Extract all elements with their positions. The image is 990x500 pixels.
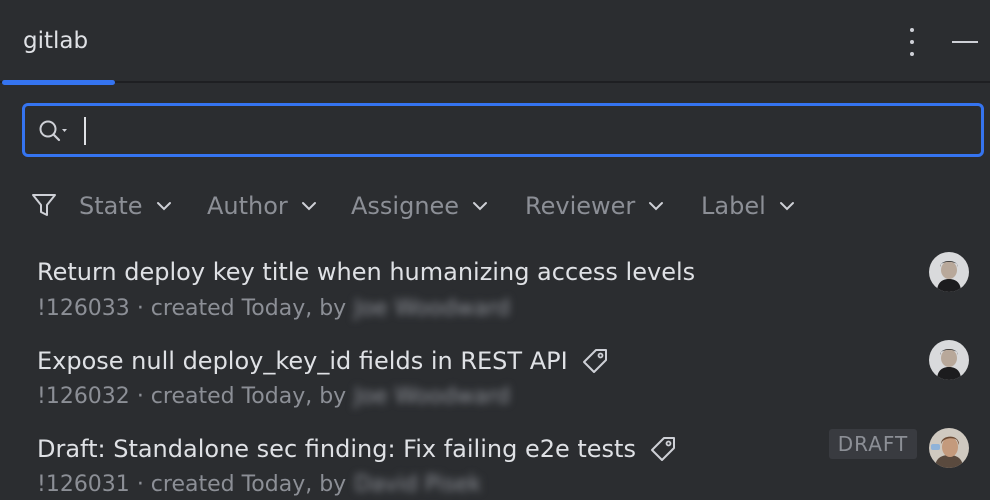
avatar — [929, 252, 969, 292]
chevron-down-icon — [473, 202, 488, 211]
minimize-icon[interactable] — [950, 30, 980, 54]
mr-title-text: Draft: Standalone sec finding: Fix faili… — [37, 435, 636, 463]
mr-title-text: Expose null deploy_key_id fields in REST… — [37, 347, 568, 375]
filter-author[interactable]: Author — [207, 190, 318, 222]
search-field[interactable] — [22, 103, 984, 157]
draft-badge: DRAFT — [829, 429, 917, 459]
search-history-icon[interactable] — [38, 118, 74, 144]
search-input[interactable] — [89, 112, 973, 150]
filter-label: Label — [701, 192, 766, 220]
chevron-down-icon — [301, 202, 316, 211]
filter-reviewer[interactable]: Reviewer — [525, 190, 665, 222]
mr-author: Joe Woodward — [354, 384, 511, 409]
list-item[interactable]: Return deploy key title when humanizing … — [0, 252, 990, 346]
tab-label: gitlab — [23, 28, 89, 54]
filter-label: Reviewer — [525, 192, 636, 220]
mr-created: · created Today, by — [136, 296, 347, 321]
mr-author: Joe Woodward — [354, 296, 511, 321]
mr-title: Draft: Standalone sec finding: Fix faili… — [37, 434, 678, 464]
tab-gitlab[interactable]: gitlab — [0, 0, 115, 85]
mr-meta: !126032 · created Today, by Joe Woodward — [37, 384, 510, 409]
mr-title: Expose null deploy_key_id fields in REST… — [37, 346, 610, 376]
filter-label-dropdown[interactable]: Label — [701, 190, 796, 222]
mr-author: David Pisek — [354, 472, 482, 497]
filter-icon — [32, 194, 56, 216]
merge-requests-tool-window: gitlab State Author Assignee Reviewer La… — [0, 0, 990, 500]
filter-bar: State Author Assignee Reviewer Label — [30, 186, 930, 226]
text-caret — [84, 117, 86, 145]
mr-title-text: Return deploy key title when humanizing … — [37, 258, 696, 286]
filter-label: Assignee — [351, 192, 460, 220]
mr-id: !126033 — [37, 296, 130, 321]
avatar — [929, 340, 969, 380]
mr-title: Return deploy key title when humanizing … — [37, 258, 695, 286]
tag-icon — [582, 349, 607, 373]
list-item[interactable]: Expose null deploy_key_id fields in REST… — [0, 340, 990, 434]
filter-assignee[interactable]: Assignee — [351, 190, 489, 222]
filter-label: State — [79, 192, 143, 220]
mr-meta: !126033 · created Today, by Joe Woodward — [37, 296, 510, 321]
filter-state[interactable]: State — [79, 190, 173, 222]
chevron-down-icon — [779, 202, 794, 211]
tab-active-indicator — [2, 80, 115, 85]
list-item[interactable]: Draft: Standalone sec finding: Fix faili… — [0, 428, 990, 500]
tool-window-header: gitlab — [0, 0, 990, 85]
chevron-down-icon — [649, 202, 664, 211]
chevron-down-icon — [156, 202, 171, 211]
more-options-icon[interactable] — [900, 28, 924, 56]
avatar — [929, 428, 969, 468]
mr-meta: !126031 · created Today, by David Pisek — [37, 472, 481, 497]
tag-icon — [650, 437, 675, 461]
mr-id: !126032 — [37, 384, 130, 409]
filter-label: Author — [207, 192, 288, 220]
mr-id: !126031 — [37, 472, 130, 497]
mr-created: · created Today, by — [136, 384, 347, 409]
mr-created: · created Today, by — [136, 472, 347, 497]
